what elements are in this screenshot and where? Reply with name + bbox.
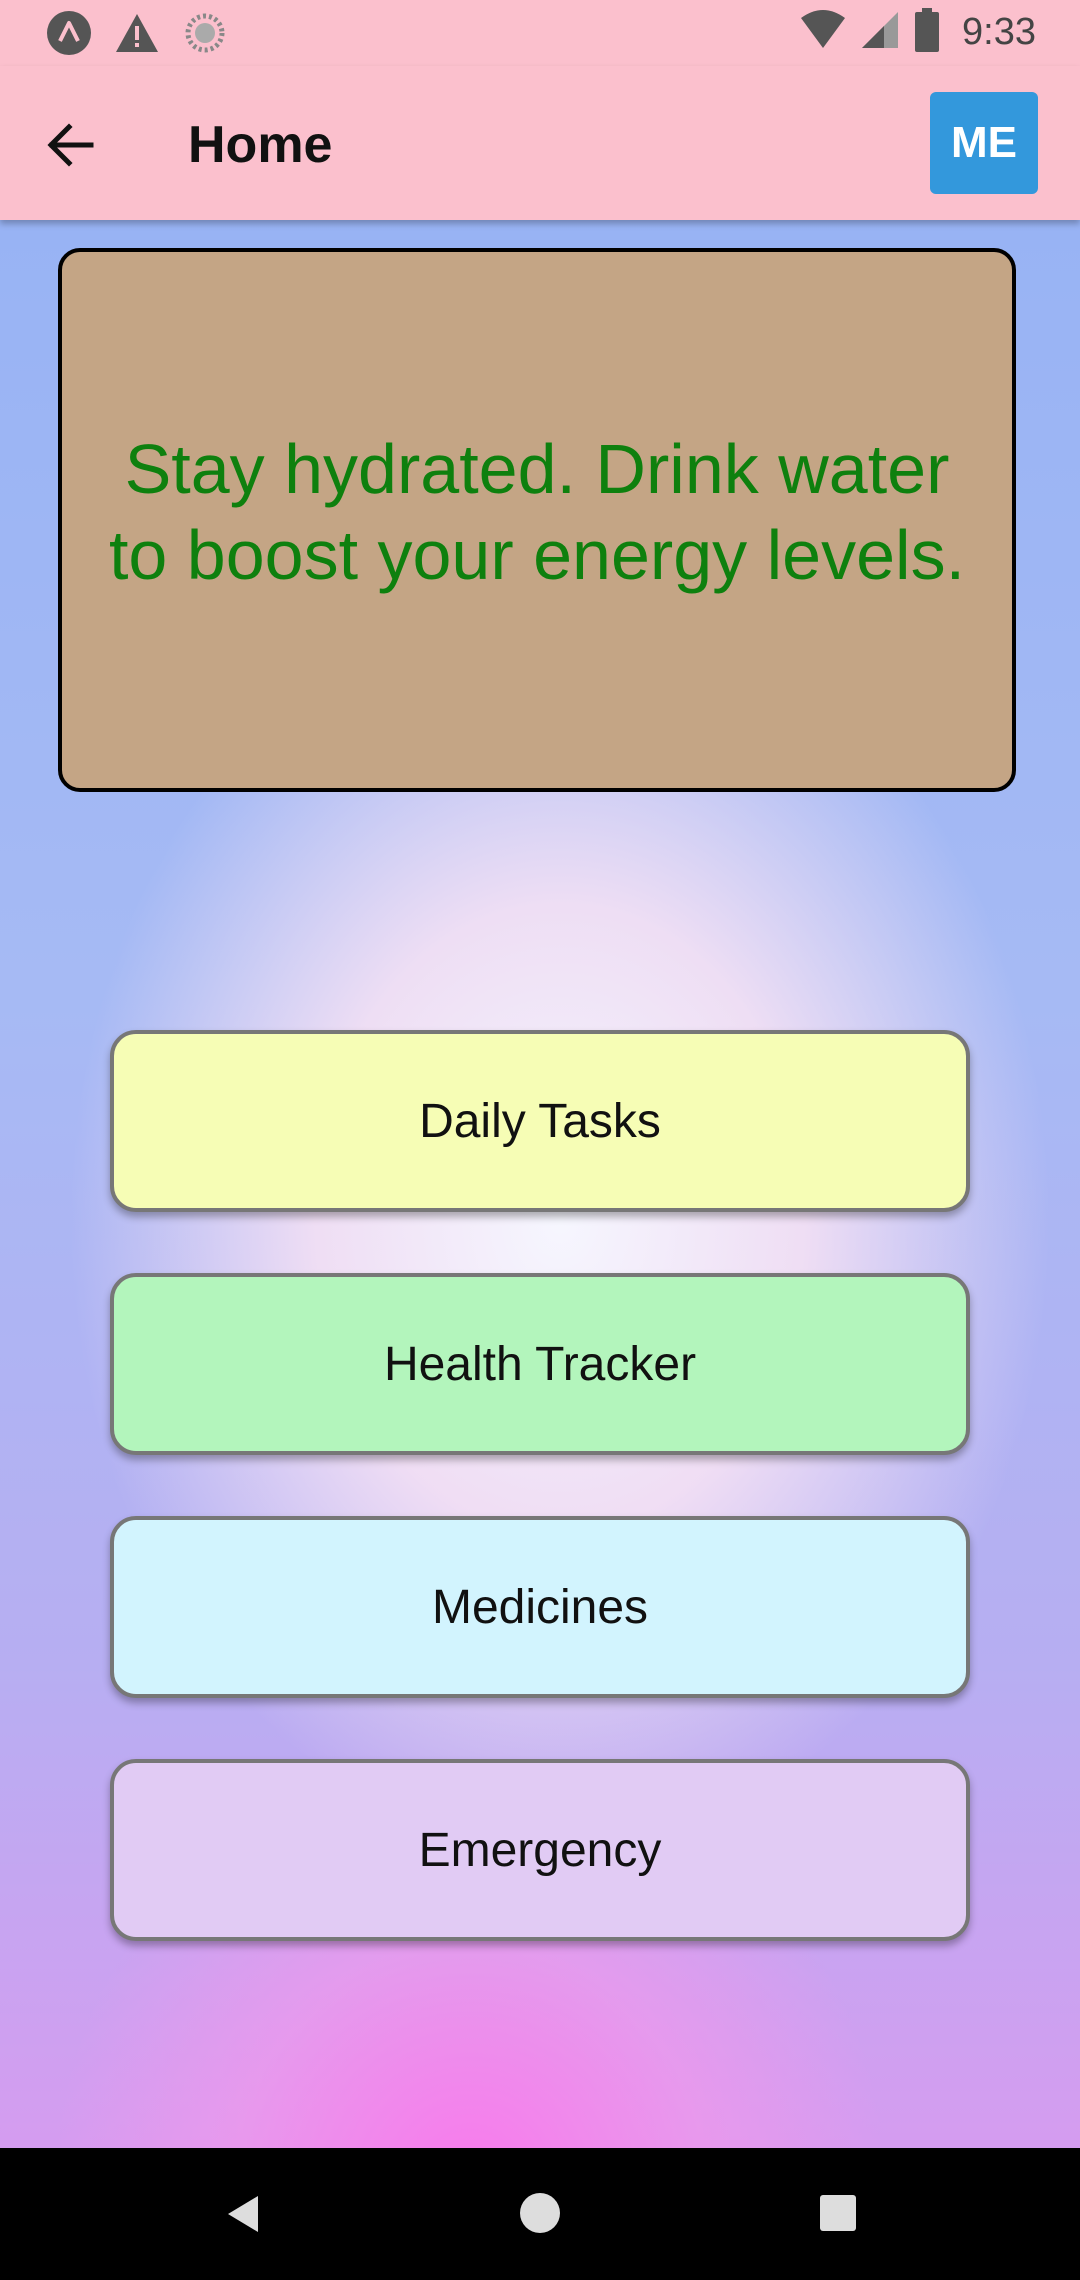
nav-back-icon[interactable]: [222, 2192, 266, 2236]
signal-icon: [860, 10, 900, 55]
health-tip-card: Stay hydrated. Drink water to boost your…: [58, 248, 1016, 792]
profile-button[interactable]: ME: [930, 92, 1038, 194]
app-bar: Home ME: [0, 66, 1080, 220]
battery-icon: [914, 8, 940, 57]
system-nav-bar: [0, 2148, 1080, 2280]
arrow-left-icon: [47, 123, 94, 167]
warning-icon: [114, 10, 160, 56]
sync-icon: [182, 10, 228, 56]
medicines-button[interactable]: Medicines: [110, 1516, 970, 1698]
daily-tasks-button[interactable]: Daily Tasks: [110, 1030, 970, 1212]
emergency-button[interactable]: Emergency: [110, 1759, 970, 1941]
status-time: 9:33: [962, 11, 1036, 53]
status-left-icons: [46, 10, 228, 56]
status-bar: 9:33: [0, 0, 1080, 66]
app-logo-icon: [46, 10, 92, 56]
home-screen: 9:33 Home ME Stay hydrated. Drink water …: [0, 0, 1080, 2280]
page-title: Home: [188, 116, 333, 174]
nav-recents-icon[interactable]: [820, 2195, 856, 2231]
back-button[interactable]: [36, 110, 106, 180]
health-tip-text: Stay hydrated. Drink water to boost your…: [108, 430, 966, 594]
health-tracker-button[interactable]: Health Tracker: [110, 1273, 970, 1455]
nav-home-icon[interactable]: [520, 2193, 560, 2233]
wifi-icon: [800, 10, 846, 55]
status-right-icons: 9:33: [800, 8, 1036, 57]
